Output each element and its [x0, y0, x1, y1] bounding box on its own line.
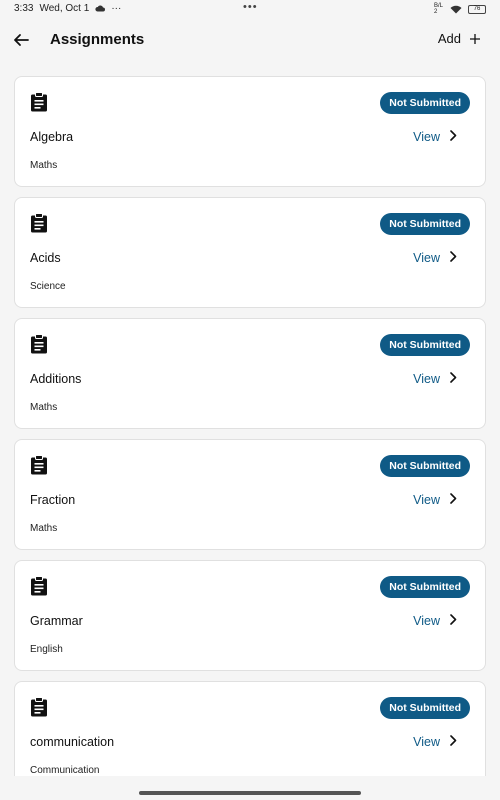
view-label: View — [413, 372, 440, 386]
app-bar: Assignments Add — [0, 18, 500, 64]
signal-icon: B/L 2 — [434, 3, 443, 15]
home-indicator[interactable] — [139, 791, 361, 795]
assignment-title: Acids — [30, 251, 61, 265]
view-button[interactable]: View — [413, 372, 457, 386]
view-button[interactable]: View — [413, 614, 457, 628]
view-label: View — [413, 614, 440, 628]
arrow-left-icon — [14, 34, 29, 46]
status-badge: Not Submitted — [380, 697, 470, 719]
assignment-subject: Science — [30, 281, 66, 292]
status-badge: Not Submitted — [380, 213, 470, 235]
status-badge: Not Submitted — [380, 576, 470, 598]
more-notifications-icon: ··· — [111, 3, 122, 14]
clipboard-icon — [30, 92, 48, 112]
clipboard-icon — [30, 455, 48, 475]
status-right: B/L 2 76 — [434, 3, 486, 15]
assignment-title: communication — [30, 735, 115, 749]
view-button[interactable]: View — [413, 493, 457, 507]
chevron-right-icon — [450, 493, 457, 507]
chevron-right-icon — [450, 735, 457, 749]
assignment-subject: Maths — [30, 523, 58, 534]
assignment-card[interactable]: Not Submitted Fraction View Maths — [14, 439, 486, 550]
clipboard-icon — [30, 213, 48, 233]
status-badge: Not Submitted — [380, 334, 470, 356]
battery-icon: 76 — [468, 4, 486, 14]
add-button[interactable]: Add — [438, 31, 480, 46]
add-button-label: Add — [437, 31, 461, 46]
clipboard-icon — [30, 697, 48, 717]
wifi-icon — [450, 5, 462, 13]
plus-icon — [470, 33, 480, 44]
cloud-icon — [95, 5, 106, 12]
assignment-card[interactable]: Not Submitted Algebra View Maths — [14, 76, 486, 187]
assignment-subject: Maths — [30, 160, 58, 171]
clipboard-icon — [30, 576, 48, 596]
assignment-subject: Communication — [30, 765, 100, 776]
chevron-right-icon — [450, 372, 457, 386]
view-label: View — [413, 493, 440, 507]
status-bar: 3:33 Wed, Oct 1 ··· ••• B/L 2 76 — [0, 0, 500, 18]
assignment-card[interactable]: Not Submitted communication View Communicat… — [14, 681, 486, 776]
view-label: View — [413, 130, 440, 144]
view-button[interactable]: View — [413, 251, 457, 265]
assignment-title: Grammar — [30, 614, 83, 628]
back-button[interactable] — [10, 29, 32, 51]
view-label: View — [413, 735, 440, 749]
status-badge: Not Submitted — [380, 455, 470, 477]
chevron-right-icon — [450, 251, 457, 265]
status-left: 3:33 Wed, Oct 1 ··· — [14, 3, 121, 14]
assignment-title: Fraction — [30, 493, 76, 507]
assignment-subject: Maths — [30, 402, 58, 413]
view-button[interactable]: View — [413, 130, 457, 144]
assignment-subject: English — [30, 644, 63, 655]
assignment-card[interactable]: Not Submitted Additions View Maths — [14, 318, 486, 429]
chevron-right-icon — [450, 614, 457, 628]
assignment-title: Algebra — [30, 130, 74, 144]
assignment-title: Additions — [30, 372, 82, 386]
status-date: Wed, Oct 1 — [39, 3, 90, 14]
chevron-right-icon — [450, 130, 457, 144]
assignment-card[interactable]: Not Submitted Grammar View English — [14, 560, 486, 671]
clipboard-icon — [30, 334, 48, 354]
page-title: Assignments — [50, 31, 145, 48]
status-time: 3:33 — [14, 3, 34, 14]
view-button[interactable]: View — [413, 735, 457, 749]
status-badge: Not Submitted — [380, 92, 470, 114]
status-center-dots: ••• — [243, 1, 258, 13]
view-label: View — [413, 251, 440, 265]
assignment-card[interactable]: Not Submitted Acids View Science — [14, 197, 486, 308]
assignment-list: Not Submitted Algebra View Maths Not Submitt… — [14, 76, 486, 776]
